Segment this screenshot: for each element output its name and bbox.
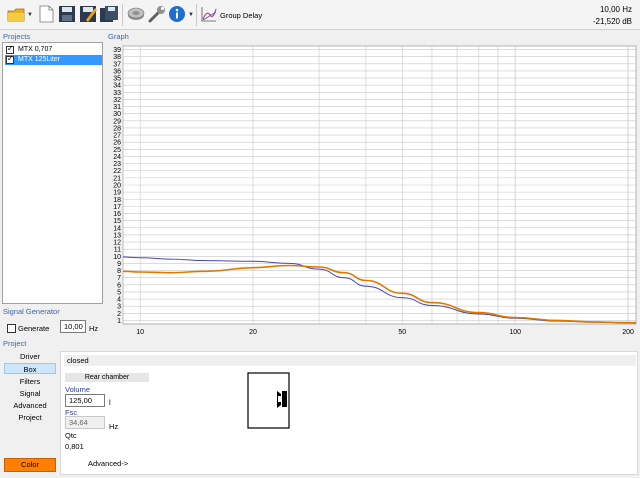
open-folder-icon[interactable] — [6, 4, 26, 24]
y-tick-label: 22 — [113, 168, 121, 175]
y-tick-label: 10 — [113, 254, 121, 261]
y-tick-label: 16 — [113, 211, 121, 218]
y-tick-label: 27 — [113, 133, 121, 140]
volume-label: Volume — [65, 385, 91, 394]
new-document-icon[interactable] — [36, 4, 56, 24]
x-tick-label: 100 — [509, 329, 521, 336]
y-tick-label: 11 — [114, 247, 121, 254]
graph-title: Graph — [108, 32, 129, 41]
fsc-unit: Hz — [109, 422, 119, 431]
y-tick-label: 24 — [113, 154, 121, 161]
project-item[interactable]: MTX 0,707 — [5, 44, 102, 55]
y-tick-label: 5 — [117, 289, 121, 296]
y-tick-label: 29 — [113, 118, 121, 125]
y-tick-label: 15 — [113, 218, 121, 225]
y-tick-label: 32 — [113, 97, 121, 104]
y-tick-label: 23 — [113, 161, 121, 168]
y-tick-label: 38 — [113, 54, 121, 61]
nav-signal[interactable]: Signal — [4, 388, 56, 399]
y-tick-label: 8 — [117, 268, 121, 275]
enclosure-type-dropdown[interactable]: closed — [64, 355, 636, 366]
y-tick-label: 39 — [113, 47, 121, 54]
advanced-link[interactable]: Advanced-> — [88, 459, 128, 468]
projects-list[interactable]: MTX 0,707 MTX 125Liter — [2, 42, 103, 304]
x-tick-label: 50 — [398, 329, 406, 336]
chevron-down-icon[interactable]: ▼ — [188, 12, 194, 18]
volume-input[interactable]: 125,00 — [65, 394, 105, 407]
nav-project[interactable]: Project — [4, 412, 56, 423]
y-tick-label: 37 — [113, 61, 121, 68]
project-section-title: Project — [3, 339, 27, 348]
y-tick-label: 31 — [113, 104, 121, 111]
generator-frequency-unit: Hz — [89, 324, 99, 333]
y-tick-label: 2 — [117, 311, 121, 318]
y-tick-label: 26 — [113, 140, 121, 147]
y-tick-label: 12 — [113, 240, 121, 247]
project-checkbox[interactable] — [6, 44, 14, 54]
y-tick-label: 1 — [117, 318, 121, 325]
driver-icon[interactable] — [126, 4, 146, 24]
save-all-icon[interactable] — [99, 4, 119, 24]
project-label: MTX 0,707 — [18, 46, 53, 53]
project-checkbox[interactable] — [6, 54, 14, 64]
save-icon[interactable] — [57, 4, 77, 24]
settings-wrench-icon[interactable] — [147, 4, 167, 24]
graph-chart[interactable]: 1234567891011121314151617181920212223242… — [107, 42, 638, 340]
y-tick-label: 6 — [117, 282, 121, 289]
x-tick-label: 10 — [136, 329, 144, 336]
y-tick-label: 25 — [113, 147, 121, 154]
toolbar: ▼ ▼ Group Delay 10,00 Hz -21,520 dB — [0, 0, 640, 30]
y-tick-label: 33 — [113, 90, 121, 97]
y-tick-label: 14 — [113, 225, 121, 232]
project-item[interactable]: MTX 125Liter — [5, 54, 102, 65]
y-tick-label: 13 — [113, 232, 121, 239]
x-tick-label: 200 — [622, 329, 634, 336]
group-delay-chart-icon[interactable] — [199, 4, 219, 24]
y-tick-label: 20 — [113, 183, 121, 190]
y-tick-label: 28 — [113, 125, 121, 132]
y-tick-label: 18 — [113, 197, 121, 204]
y-tick-label: 36 — [113, 68, 121, 75]
toolbar-separator — [196, 4, 197, 26]
enclosure-diagram — [247, 372, 290, 429]
toolbar-separator — [122, 4, 123, 26]
color-button[interactable]: Color — [4, 458, 56, 472]
y-tick-label: 30 — [113, 111, 121, 118]
fsc-value: 34,64 — [65, 416, 105, 429]
qtc-label: Qtc — [65, 431, 77, 440]
y-tick-label: 19 — [113, 190, 121, 197]
info-icon[interactable] — [167, 4, 187, 24]
group-delay-label[interactable]: Group Delay — [220, 11, 262, 20]
nav-driver[interactable]: Driver — [4, 351, 56, 362]
rear-chamber-header: Rear chamber — [65, 373, 149, 382]
save-as-icon[interactable] — [78, 4, 98, 24]
readout-level: -21,520 dB — [592, 17, 632, 26]
y-tick-label: 9 — [117, 261, 121, 268]
y-tick-label: 21 — [113, 175, 121, 182]
nav-box[interactable]: Box — [4, 363, 56, 374]
y-tick-label: 34 — [113, 83, 121, 90]
y-tick-label: 3 — [117, 304, 121, 311]
generator-frequency-input[interactable]: 10,00 — [60, 320, 86, 333]
project-label: MTX 125Liter — [18, 56, 61, 63]
nav-advanced[interactable]: Advanced — [4, 400, 56, 411]
cursor-readout: 10,00 Hz -21,520 dB — [593, 4, 632, 28]
qtc-value: 0,801 — [65, 442, 84, 451]
nav-filters[interactable]: Filters — [4, 376, 56, 387]
volume-unit: l — [109, 398, 111, 407]
readout-frequency: 10,00 Hz — [599, 5, 632, 14]
box-panel: closed Rear chamber Volume 125,00 l Fsc … — [60, 351, 638, 475]
y-tick-label: 35 — [113, 76, 121, 83]
y-tick-label: 4 — [117, 297, 121, 304]
signal-generator-title: Signal Generator — [3, 307, 60, 316]
generate-checkbox[interactable] — [7, 324, 16, 333]
y-tick-label: 17 — [113, 204, 121, 211]
x-tick-label: 20 — [249, 329, 257, 336]
generate-label: Generate — [18, 324, 50, 333]
y-tick-label: 7 — [117, 275, 121, 282]
chevron-down-icon[interactable]: ▼ — [27, 12, 33, 18]
projects-title: Projects — [3, 32, 31, 41]
